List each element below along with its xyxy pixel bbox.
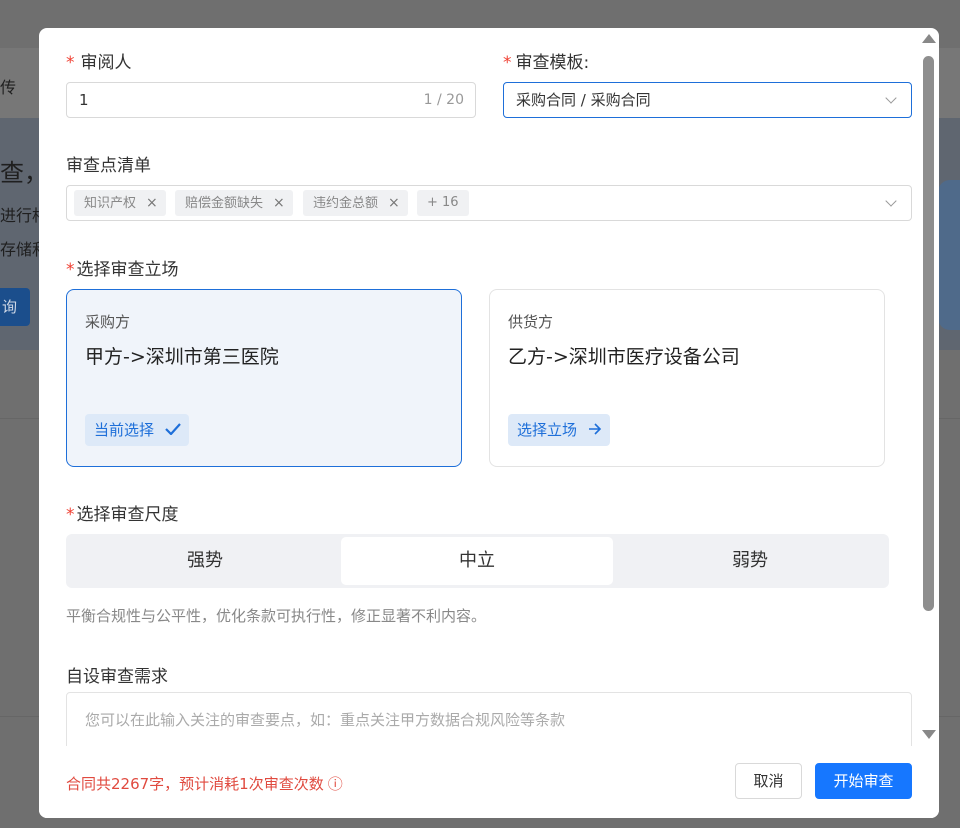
stance-party: 乙方->深圳市医疗设备公司 [508, 346, 740, 368]
template-label: * 审查模板: [503, 53, 590, 73]
modal-scrollbar[interactable] [919, 28, 939, 746]
cost-estimate: 合同共2267字，预计消耗1次审查次数 ⓘ [66, 775, 343, 793]
stance-role: 采购方 [85, 313, 131, 331]
scale-segmented-control: 强势 中立 弱势 [66, 534, 889, 588]
select-stance-button[interactable]: 选择立场 [508, 414, 610, 446]
review-modal: * 审阅人 1 1 / 20 * 审查模板: 采购合同 / 采购合同 审查点清单 知… [39, 28, 939, 818]
template-select-value: 采购合同 / 采购合同 [516, 91, 651, 109]
modal-footer: 合同共2267字，预计消耗1次审查次数 ⓘ 取消 开始审查 [39, 746, 939, 818]
chevron-down-icon [885, 195, 897, 207]
background-button: 询 [0, 288, 30, 326]
reviewer-char-counter: 1 / 20 [423, 92, 464, 108]
scale-hint: 平衡合规性与公平性，优化条款可执行性，修正显著不利内容。 [66, 607, 487, 625]
checklist-tag: 赔偿金额缺失 × [175, 190, 293, 216]
info-icon[interactable]: ⓘ [328, 775, 343, 793]
reviewer-label: * 审阅人 [66, 53, 132, 73]
reviewer-input[interactable]: 1 1 / 20 [66, 82, 476, 118]
close-icon[interactable]: × [146, 195, 158, 211]
stance-party: 甲方->深圳市第三医院 [85, 346, 279, 368]
required-mark: * [66, 53, 75, 73]
checklist-select[interactable]: 知识产权 × 赔偿金额缺失 × 违约金总额 × + 16 [66, 185, 912, 221]
scroll-up-icon[interactable] [922, 34, 936, 43]
stance-role: 供货方 [508, 313, 554, 331]
current-selection-badge: 当前选择 [85, 414, 189, 446]
close-icon[interactable]: × [388, 195, 400, 211]
required-mark: * [66, 505, 75, 525]
checklist-label: 审查点清单 [66, 156, 151, 176]
checklist-tag: 知识产权 × [74, 190, 166, 216]
background-nav-text: 传 [0, 78, 17, 97]
scale-option-weak[interactable]: 弱势 [614, 537, 886, 585]
arrow-right-icon [588, 421, 602, 439]
close-icon[interactable]: × [273, 195, 285, 211]
scale-option-neutral[interactable]: 中立 [341, 537, 613, 585]
modal-body: * 审阅人 1 1 / 20 * 审查模板: 采购合同 / 采购合同 审查点清单 知… [39, 28, 919, 762]
background-illustration [938, 180, 960, 330]
stance-label: * 选择审查立场 [66, 260, 179, 280]
reviewer-input-value: 1 [79, 91, 89, 109]
checklist-tag: 违约金总额 × [303, 190, 408, 216]
template-select[interactable]: 采购合同 / 采购合同 [503, 82, 912, 118]
scroll-down-icon[interactable] [922, 730, 936, 739]
cancel-button[interactable]: 取消 [735, 763, 802, 799]
start-review-button[interactable]: 开始审查 [815, 763, 912, 799]
stance-card-supplier[interactable]: 供货方 乙方->深圳市医疗设备公司 选择立场 [489, 289, 885, 467]
check-icon [165, 421, 181, 439]
checklist-more-tag[interactable]: + 16 [417, 190, 469, 216]
chevron-down-icon [885, 92, 897, 104]
scale-option-strong[interactable]: 强势 [69, 537, 341, 585]
scale-label: * 选择审查尺度 [66, 505, 179, 525]
custom-requirements-label: 自设审查需求 [66, 667, 168, 687]
scrollbar-thumb[interactable] [923, 56, 934, 611]
required-mark: * [503, 53, 512, 73]
stance-card-buyer[interactable]: 采购方 甲方->深圳市第三医院 当前选择 [66, 289, 462, 467]
required-mark: * [66, 260, 75, 280]
